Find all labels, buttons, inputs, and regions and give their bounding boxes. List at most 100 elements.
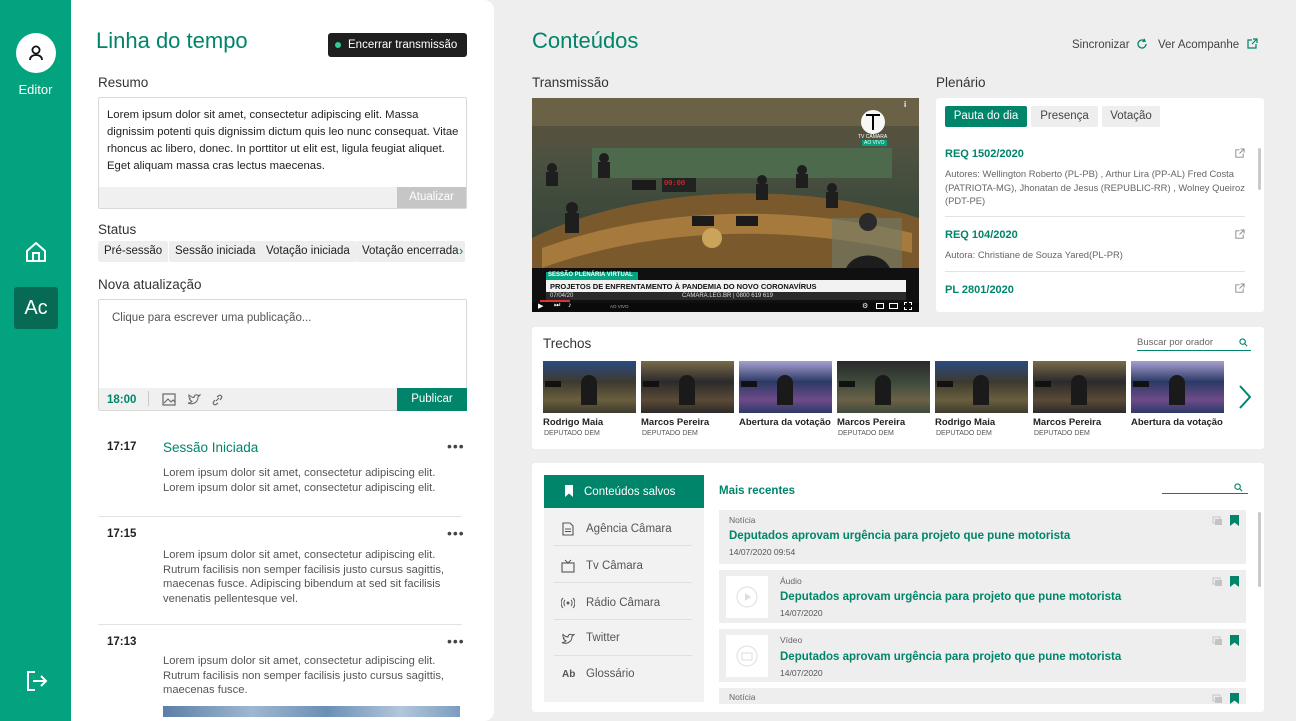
timeline-title: Linha do tempo (96, 28, 248, 53)
trecho-thumbnail[interactable] (1131, 361, 1224, 413)
copy-icon[interactable] (1212, 636, 1223, 646)
video-frame (532, 98, 919, 312)
ver-acompanhe-link[interactable]: Ver Acompanhe (1158, 38, 1259, 51)
status-chip-votacao-encerrada[interactable]: Votação encerrada (356, 241, 465, 262)
category-glossario[interactable]: Glossário (586, 668, 635, 680)
saved-item-title[interactable]: Deputados aprovam urgência para projeto … (780, 591, 1121, 603)
document-icon (562, 522, 574, 536)
category-radio-camara[interactable]: Rádio Câmara (586, 597, 660, 609)
tab-pauta-do-dia[interactable]: Pauta do dia (945, 106, 1027, 127)
volume-icon[interactable]: ♪ (568, 302, 572, 309)
info-icon[interactable]: i (904, 100, 906, 109)
status-chip-sessao-iniciada[interactable]: Sessão iniciada (169, 241, 262, 262)
thumbnail-figure (777, 375, 793, 405)
more-options-icon[interactable]: ••• (447, 438, 465, 454)
trecho-thumbnail[interactable] (739, 361, 832, 413)
saved-item-date: 14/07/2020 (780, 608, 823, 618)
trecho-thumbnail[interactable] (935, 361, 1028, 413)
timeline-entry-time: 17:15 (107, 528, 137, 540)
play-icon[interactable]: ▶ (538, 302, 543, 310)
banner-site: CAMARA.LEG.BR | 0800 619 619 (682, 293, 773, 299)
search-icon (1239, 338, 1248, 347)
divider (98, 516, 462, 517)
divider (554, 619, 692, 620)
plenario-item-code[interactable]: REQ 104/2020 (945, 229, 1018, 241)
publication-placeholder[interactable]: Clique para escrever uma publicação... (112, 312, 311, 324)
copy-icon[interactable] (1212, 516, 1223, 526)
external-link-icon[interactable] (1234, 283, 1245, 294)
trecho-thumbnail[interactable] (641, 361, 734, 413)
bookmark-icon[interactable] (1230, 635, 1239, 646)
external-link-icon[interactable] (1234, 148, 1245, 159)
speaker-search-input[interactable]: Buscar por orador (1137, 337, 1251, 351)
thumbnail-figure (1071, 375, 1087, 405)
side-rail (0, 0, 71, 721)
bookmark-icon[interactable] (1230, 515, 1239, 526)
copy-icon[interactable] (1212, 694, 1223, 704)
category-conteudos-salvos[interactable]: Conteúdos salvos (544, 475, 704, 508)
trecho-thumbnail[interactable] (543, 361, 636, 413)
sort-mais-recentes[interactable]: Mais recentes (719, 485, 795, 497)
link-icon[interactable] (211, 394, 224, 406)
atualizar-button[interactable]: Atualizar (397, 187, 466, 208)
saved-item-title[interactable]: Deputados aprovam urgência para projeto … (780, 651, 1121, 663)
category-agencia-camara[interactable]: Agência Câmara (586, 523, 672, 535)
video-player[interactable]: TV CÂMARA AO VIVO i 00:00 SESSÃO PLENÁRI… (532, 98, 919, 312)
chevron-right-icon[interactable]: › (459, 243, 463, 258)
thumbnail-figure (581, 375, 597, 405)
plenario-item-code[interactable]: REQ 1502/2020 (945, 148, 1024, 160)
saved-scrollbar[interactable] (1258, 512, 1261, 587)
player-live-label: AO VIVO (610, 304, 629, 309)
user-avatar[interactable] (16, 33, 56, 73)
glossary-icon: Ab (562, 669, 576, 680)
saved-item-date: 14/07/2020 (780, 668, 823, 678)
divider (98, 624, 462, 625)
status-chip-pre-sessao[interactable]: Pré-sessão (98, 241, 169, 262)
thumbnail-clock (839, 381, 855, 387)
saved-item-kind: Vídeo (780, 635, 803, 645)
sync-link[interactable]: Sincronizar (1072, 38, 1148, 51)
thumbnail-clock (937, 381, 953, 387)
timeline-entry-time: 17:13 (107, 636, 137, 648)
plenario-item-code[interactable]: PL 2801/2020 (945, 284, 1014, 296)
category-twitter[interactable]: Twitter (586, 632, 620, 644)
bookmark-icon[interactable] (1230, 693, 1239, 704)
contents-title: Conteúdos (532, 28, 639, 53)
saved-item-title[interactable]: Deputados aprovam urgência para projeto … (729, 530, 1070, 542)
tab-votacao[interactable]: Votação (1102, 106, 1160, 127)
saved-item[interactable] (719, 688, 1246, 704)
trecho-thumbnail[interactable] (837, 361, 930, 413)
bookmark-icon[interactable] (1230, 576, 1239, 587)
trecho-role: DEPUTADO DEM (838, 430, 894, 437)
twitter-icon[interactable] (187, 393, 201, 406)
external-link-icon[interactable] (1234, 229, 1245, 240)
tab-presenca[interactable]: Presença (1031, 106, 1098, 127)
end-transmission-button[interactable]: Encerrar transmissão (328, 33, 467, 57)
image-icon[interactable] (162, 393, 176, 406)
plenario-scrollbar[interactable] (1258, 148, 1261, 190)
settings-icon[interactable]: ⚙ (862, 302, 868, 310)
trecho-role: DEPUTADO DEM (544, 430, 600, 437)
resumo-text[interactable]: Lorem ipsum dolor sit amet, consectetur … (107, 107, 459, 175)
divider (945, 216, 1245, 217)
miniplayer-icon[interactable] (876, 303, 884, 309)
home-icon[interactable] (24, 240, 48, 264)
theater-icon[interactable] (889, 303, 898, 309)
next-icon[interactable]: ⏭ (554, 302, 560, 310)
banner-date: 07/04/20 (550, 293, 574, 299)
chevron-right-icon[interactable] (1237, 384, 1253, 410)
logout-icon[interactable] (25, 670, 49, 692)
category-tv-camara[interactable]: Tv Câmara (586, 560, 643, 572)
thumbnail-figure (679, 375, 695, 405)
external-link-icon (1247, 38, 1259, 49)
ac-nav-button[interactable]: Ac (14, 287, 58, 329)
status-chip-votacao-iniciada[interactable]: Votação iniciada (260, 241, 356, 262)
publicar-button[interactable]: Publicar (397, 388, 467, 411)
trecho-thumbnail[interactable] (1033, 361, 1126, 413)
timeline-entry-text: Lorem ipsum dolor sit amet, consectetur … (163, 549, 445, 605)
more-options-icon[interactable]: ••• (447, 633, 465, 649)
more-options-icon[interactable]: ••• (447, 525, 465, 541)
fullscreen-icon[interactable] (904, 302, 912, 310)
copy-icon[interactable] (1212, 577, 1223, 587)
saved-search-input[interactable] (1162, 482, 1248, 494)
